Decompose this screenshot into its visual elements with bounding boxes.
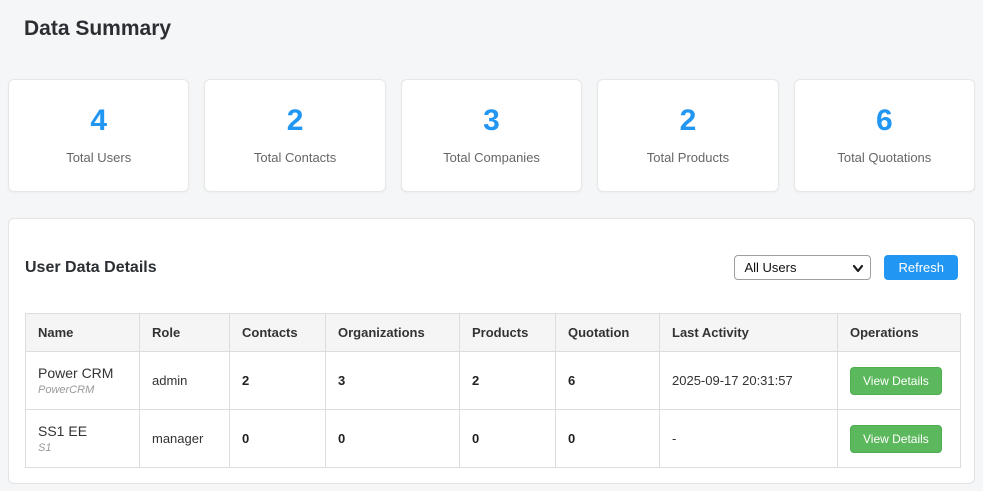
stats-row: 4 Total Users 2 Total Contacts 3 Total C… [8,79,976,192]
stat-label: Total Companies [443,150,540,165]
column-header-role: Role [139,313,230,352]
column-header-operations: Operations [837,313,961,352]
user-filter-select[interactable]: All Users [734,255,872,280]
stat-label: Total Products [646,150,730,165]
table-row: Power CRM PowerCRM admin 2 3 2 6 2025-09… [25,351,961,410]
column-header-quotation: Quotation [555,313,660,352]
stat-value: 3 [483,104,500,137]
panel-controls: All Users Refresh [734,255,958,280]
panel-header: User Data Details All Users Refresh [25,255,958,280]
column-header-name: Name [25,313,140,352]
column-header-last-activity: Last Activity [659,313,838,352]
user-name: Power CRM [38,365,114,381]
refresh-button[interactable]: Refresh [884,255,958,280]
user-username: S1 [38,442,52,454]
cell-products: 0 [459,409,556,468]
dashboard-page: Data Summary 4 Total Users 2 Total Conta… [0,0,983,484]
user-data-table: Name Role Contacts Organizations Product… [25,313,961,468]
cell-products: 2 [459,351,556,410]
user-name: SS1 EE [38,423,88,439]
cell-last-activity: 2025-09-17 20:31:57 [659,351,838,410]
cell-quotation: 6 [555,351,660,410]
cell-role: manager [139,409,230,468]
stat-value: 2 [679,104,697,137]
column-header-products: Products [459,313,556,352]
user-data-details-panel: User Data Details All Users Refresh Name… [8,218,975,484]
table-header-row: Name Role Contacts Organizations Product… [25,313,961,352]
cell-name: SS1 EE S1 [25,409,140,468]
cell-contacts: 2 [229,351,326,410]
column-header-contacts: Contacts [229,313,326,352]
page-title: Data Summary [24,17,172,40]
cell-operations: View Details [837,409,961,468]
cell-organizations: 0 [325,409,460,468]
stat-card-total-contacts: 2 Total Contacts [204,79,386,192]
view-details-button[interactable]: View Details [850,424,942,453]
column-header-organizations: Organizations [325,313,460,352]
stat-value: 4 [90,104,108,137]
stat-card-total-quotations: 6 Total Quotations [793,79,976,192]
cell-contacts: 0 [229,409,326,468]
stat-card-total-products: 2 Total Products [597,79,779,192]
cell-quotation: 0 [555,409,660,468]
stat-value: 6 [875,104,893,137]
view-details-button[interactable]: View Details [850,366,942,395]
cell-name: Power CRM PowerCRM [25,351,140,410]
cell-role: admin [139,351,230,410]
cell-last-activity: - [659,409,838,468]
cell-organizations: 3 [325,351,460,410]
stat-card-total-companies: 3 Total Companies [400,79,583,192]
cell-operations: View Details [837,351,961,410]
user-filter-select-wrap: All Users [734,255,872,280]
panel-title: User Data Details [25,258,157,276]
stat-value: 2 [286,104,304,137]
user-username: PowerCRM [38,384,95,396]
stat-label: Total Contacts [253,150,337,165]
stat-label: Total Quotations [837,150,932,165]
stat-label: Total Users [66,150,132,165]
stat-card-total-users: 4 Total Users [8,79,190,192]
table-row: SS1 EE S1 manager 0 0 0 0 - View Details [25,409,961,468]
